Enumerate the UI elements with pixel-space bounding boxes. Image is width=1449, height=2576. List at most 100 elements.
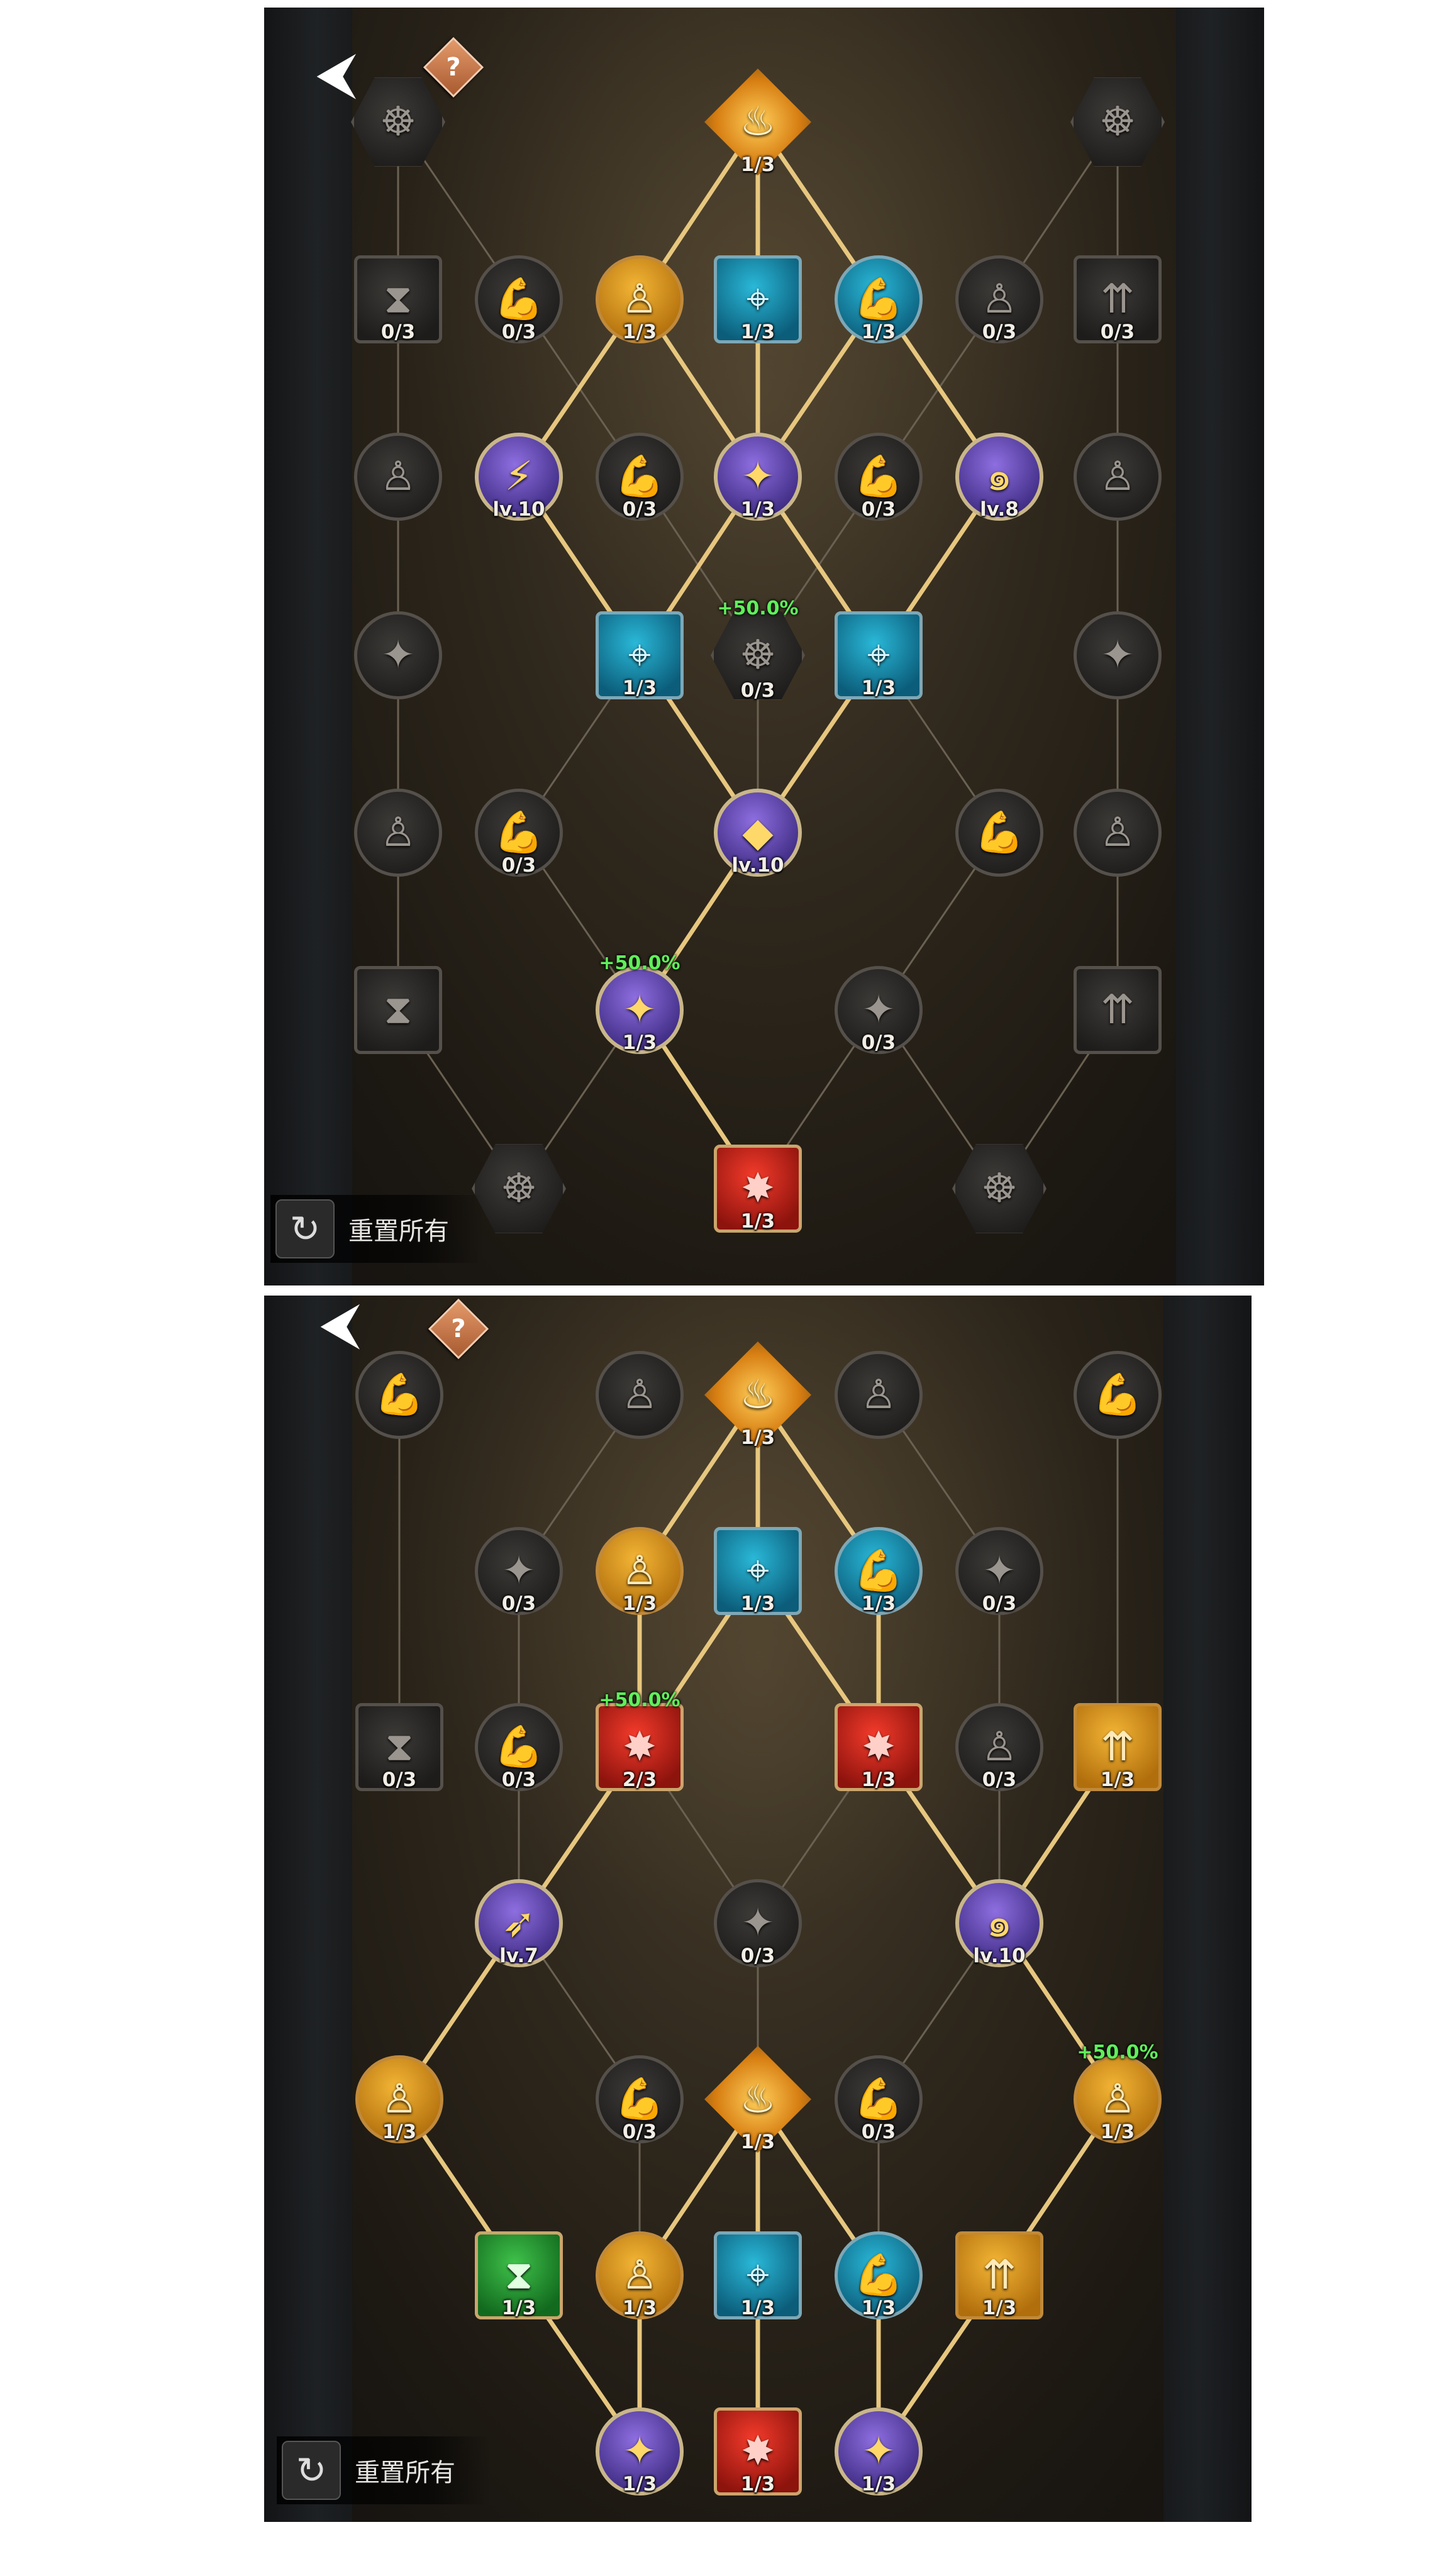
talent-node[interactable]: ⧗ xyxy=(354,966,442,1054)
talent-level: lv.7 xyxy=(499,1945,538,1967)
talent-node[interactable]: ♙ xyxy=(354,789,442,877)
crosshair-icon: ⌖ xyxy=(746,1548,770,1594)
arm-icon: 💪 xyxy=(853,2252,904,2299)
reset-all-label: 重置所有 xyxy=(348,1217,449,1246)
reset-all-button[interactable]: ↻ 重置所有 xyxy=(270,1195,484,1263)
talent-level: 0/3 xyxy=(380,321,416,343)
crosshair-icon: ⌖ xyxy=(746,276,770,323)
flame-crest-icon: ♨ xyxy=(740,1372,776,1418)
arm-icon: 💪 xyxy=(853,1548,904,1594)
talent-level: 0/3 xyxy=(622,498,657,521)
arrows-up-icon: ⇈ xyxy=(982,2252,1016,2299)
back-arrow-icon[interactable]: ⮜ xyxy=(299,1296,381,1352)
swirl-icon: ๑ xyxy=(986,1900,1013,1946)
talent-level: 1/3 xyxy=(982,2297,1017,2319)
reset-all-label: 重置所有 xyxy=(355,2458,455,2487)
talent-level: 1/3 xyxy=(622,677,657,699)
body-icon: ♙ xyxy=(621,276,658,323)
body-aura-icon: ☸ xyxy=(740,632,776,679)
talent-bonus: +50.0% xyxy=(599,952,680,974)
talent-level: 2/3 xyxy=(622,1768,657,1791)
talent-node[interactable]: ♙ xyxy=(835,1351,923,1439)
body-aura-icon: ☸ xyxy=(981,1165,1018,1212)
talent-node[interactable]: ♙ xyxy=(354,433,442,521)
talent-node[interactable]: 💪 xyxy=(955,789,1043,877)
compass-icon: ✦ xyxy=(741,1900,775,1946)
compass-icon: ✦ xyxy=(381,632,415,679)
talent-level: 0/3 xyxy=(501,1768,536,1791)
talent-level: 0/3 xyxy=(501,854,536,877)
arm-icon: 💪 xyxy=(974,809,1024,856)
talent-node[interactable]: ✦ xyxy=(354,611,442,699)
talent-level: 1/3 xyxy=(740,2473,775,2496)
body-icon: ♙ xyxy=(1099,809,1136,856)
swirl-icon: ๑ xyxy=(986,453,1013,500)
talent-level: lv.8 xyxy=(980,498,1019,521)
talent-level: 0/3 xyxy=(982,1768,1017,1791)
crosshair-icon: ⌖ xyxy=(746,2252,770,2299)
talent-node[interactable]: 💪 xyxy=(1074,1351,1162,1439)
talent-level: 1/3 xyxy=(861,677,896,699)
talent-level: 1/3 xyxy=(861,2473,896,2496)
reset-all-button[interactable]: ↻ 重置所有 xyxy=(277,2436,491,2504)
boot-icon: ➶ xyxy=(502,1900,536,1946)
talent-node[interactable]: ✦ xyxy=(1074,611,1162,699)
flame-crest-icon: ♨ xyxy=(740,99,776,145)
talent-level: 1/3 xyxy=(1100,1768,1135,1791)
talent-level: 1/3 xyxy=(622,1592,657,1615)
hourglass-icon: ⧗ xyxy=(384,276,413,323)
compass-icon: ✦ xyxy=(741,453,775,500)
back-arrow-icon[interactable]: ⮜ xyxy=(296,45,377,102)
compass-icon: ✦ xyxy=(623,987,657,1033)
arm-icon: 💪 xyxy=(1092,1372,1143,1418)
body-icon: ♙ xyxy=(621,1372,658,1418)
hourglass-icon: ⧗ xyxy=(384,987,413,1033)
talent-node[interactable]: ⇈ xyxy=(1074,966,1162,1054)
talent-level: 1/3 xyxy=(861,2297,896,2319)
talent-level: 1/3 xyxy=(861,321,896,343)
talent-node[interactable]: ♙ xyxy=(596,1351,684,1439)
arm-icon: 💪 xyxy=(494,809,544,856)
talent-level: 1/3 xyxy=(1100,2121,1135,2143)
arm-icon: 💪 xyxy=(494,276,544,323)
body-icon: ♙ xyxy=(860,1372,897,1418)
arm-icon: 💪 xyxy=(853,453,904,500)
talent-level: 1/3 xyxy=(740,1426,775,1449)
talent-node[interactable]: ♙ xyxy=(1074,433,1162,521)
body-icon: ♙ xyxy=(1099,453,1136,500)
talent-level: lv.10 xyxy=(492,498,545,521)
talent-level: 0/3 xyxy=(501,321,536,343)
talent-node[interactable]: 💪 xyxy=(355,1351,443,1439)
talent-level: 0/3 xyxy=(982,1592,1017,1615)
talent-level: 0/3 xyxy=(622,2121,657,2143)
talent-level: 0/3 xyxy=(861,1031,896,1054)
shield-star-icon: ✸ xyxy=(741,1165,775,1212)
talent-level: 1/3 xyxy=(501,2297,536,2319)
hourglass-icon: ⧗ xyxy=(504,2252,533,2299)
talent-node[interactable]: ♙ xyxy=(1074,789,1162,877)
flame-crest-icon: ♨ xyxy=(740,2076,776,2123)
compass-icon: ✦ xyxy=(862,987,896,1033)
talent-level: lv.10 xyxy=(731,854,784,877)
help-icon: ? xyxy=(446,53,461,82)
shield-star-icon: ✸ xyxy=(862,1724,896,1770)
body-icon: ♙ xyxy=(1099,2076,1136,2123)
talent-level: 0/3 xyxy=(740,679,775,702)
talent-level: 1/3 xyxy=(622,2297,657,2319)
compass-icon: ✦ xyxy=(502,1548,536,1594)
talent-level: 1/3 xyxy=(622,321,657,343)
talent-level: 1/3 xyxy=(740,1592,775,1615)
talent-level: 0/3 xyxy=(861,498,896,521)
body-icon: ♙ xyxy=(981,276,1018,323)
talent-level: 0/3 xyxy=(861,2121,896,2143)
arrows-up-icon: ⇈ xyxy=(1101,276,1135,323)
reset-icon: ↻ xyxy=(282,2441,341,2500)
crosshair-icon: ⌖ xyxy=(628,632,652,679)
talent-bonus: +50.0% xyxy=(599,1689,680,1711)
help-icon: ? xyxy=(451,1314,466,1343)
arm-icon: 💪 xyxy=(614,453,665,500)
talent-level: lv.10 xyxy=(973,1945,1026,1967)
body-aura-icon: ☸ xyxy=(380,99,416,145)
hourglass-icon: ⧗ xyxy=(385,1724,414,1770)
body-icon: ♙ xyxy=(981,1724,1018,1770)
